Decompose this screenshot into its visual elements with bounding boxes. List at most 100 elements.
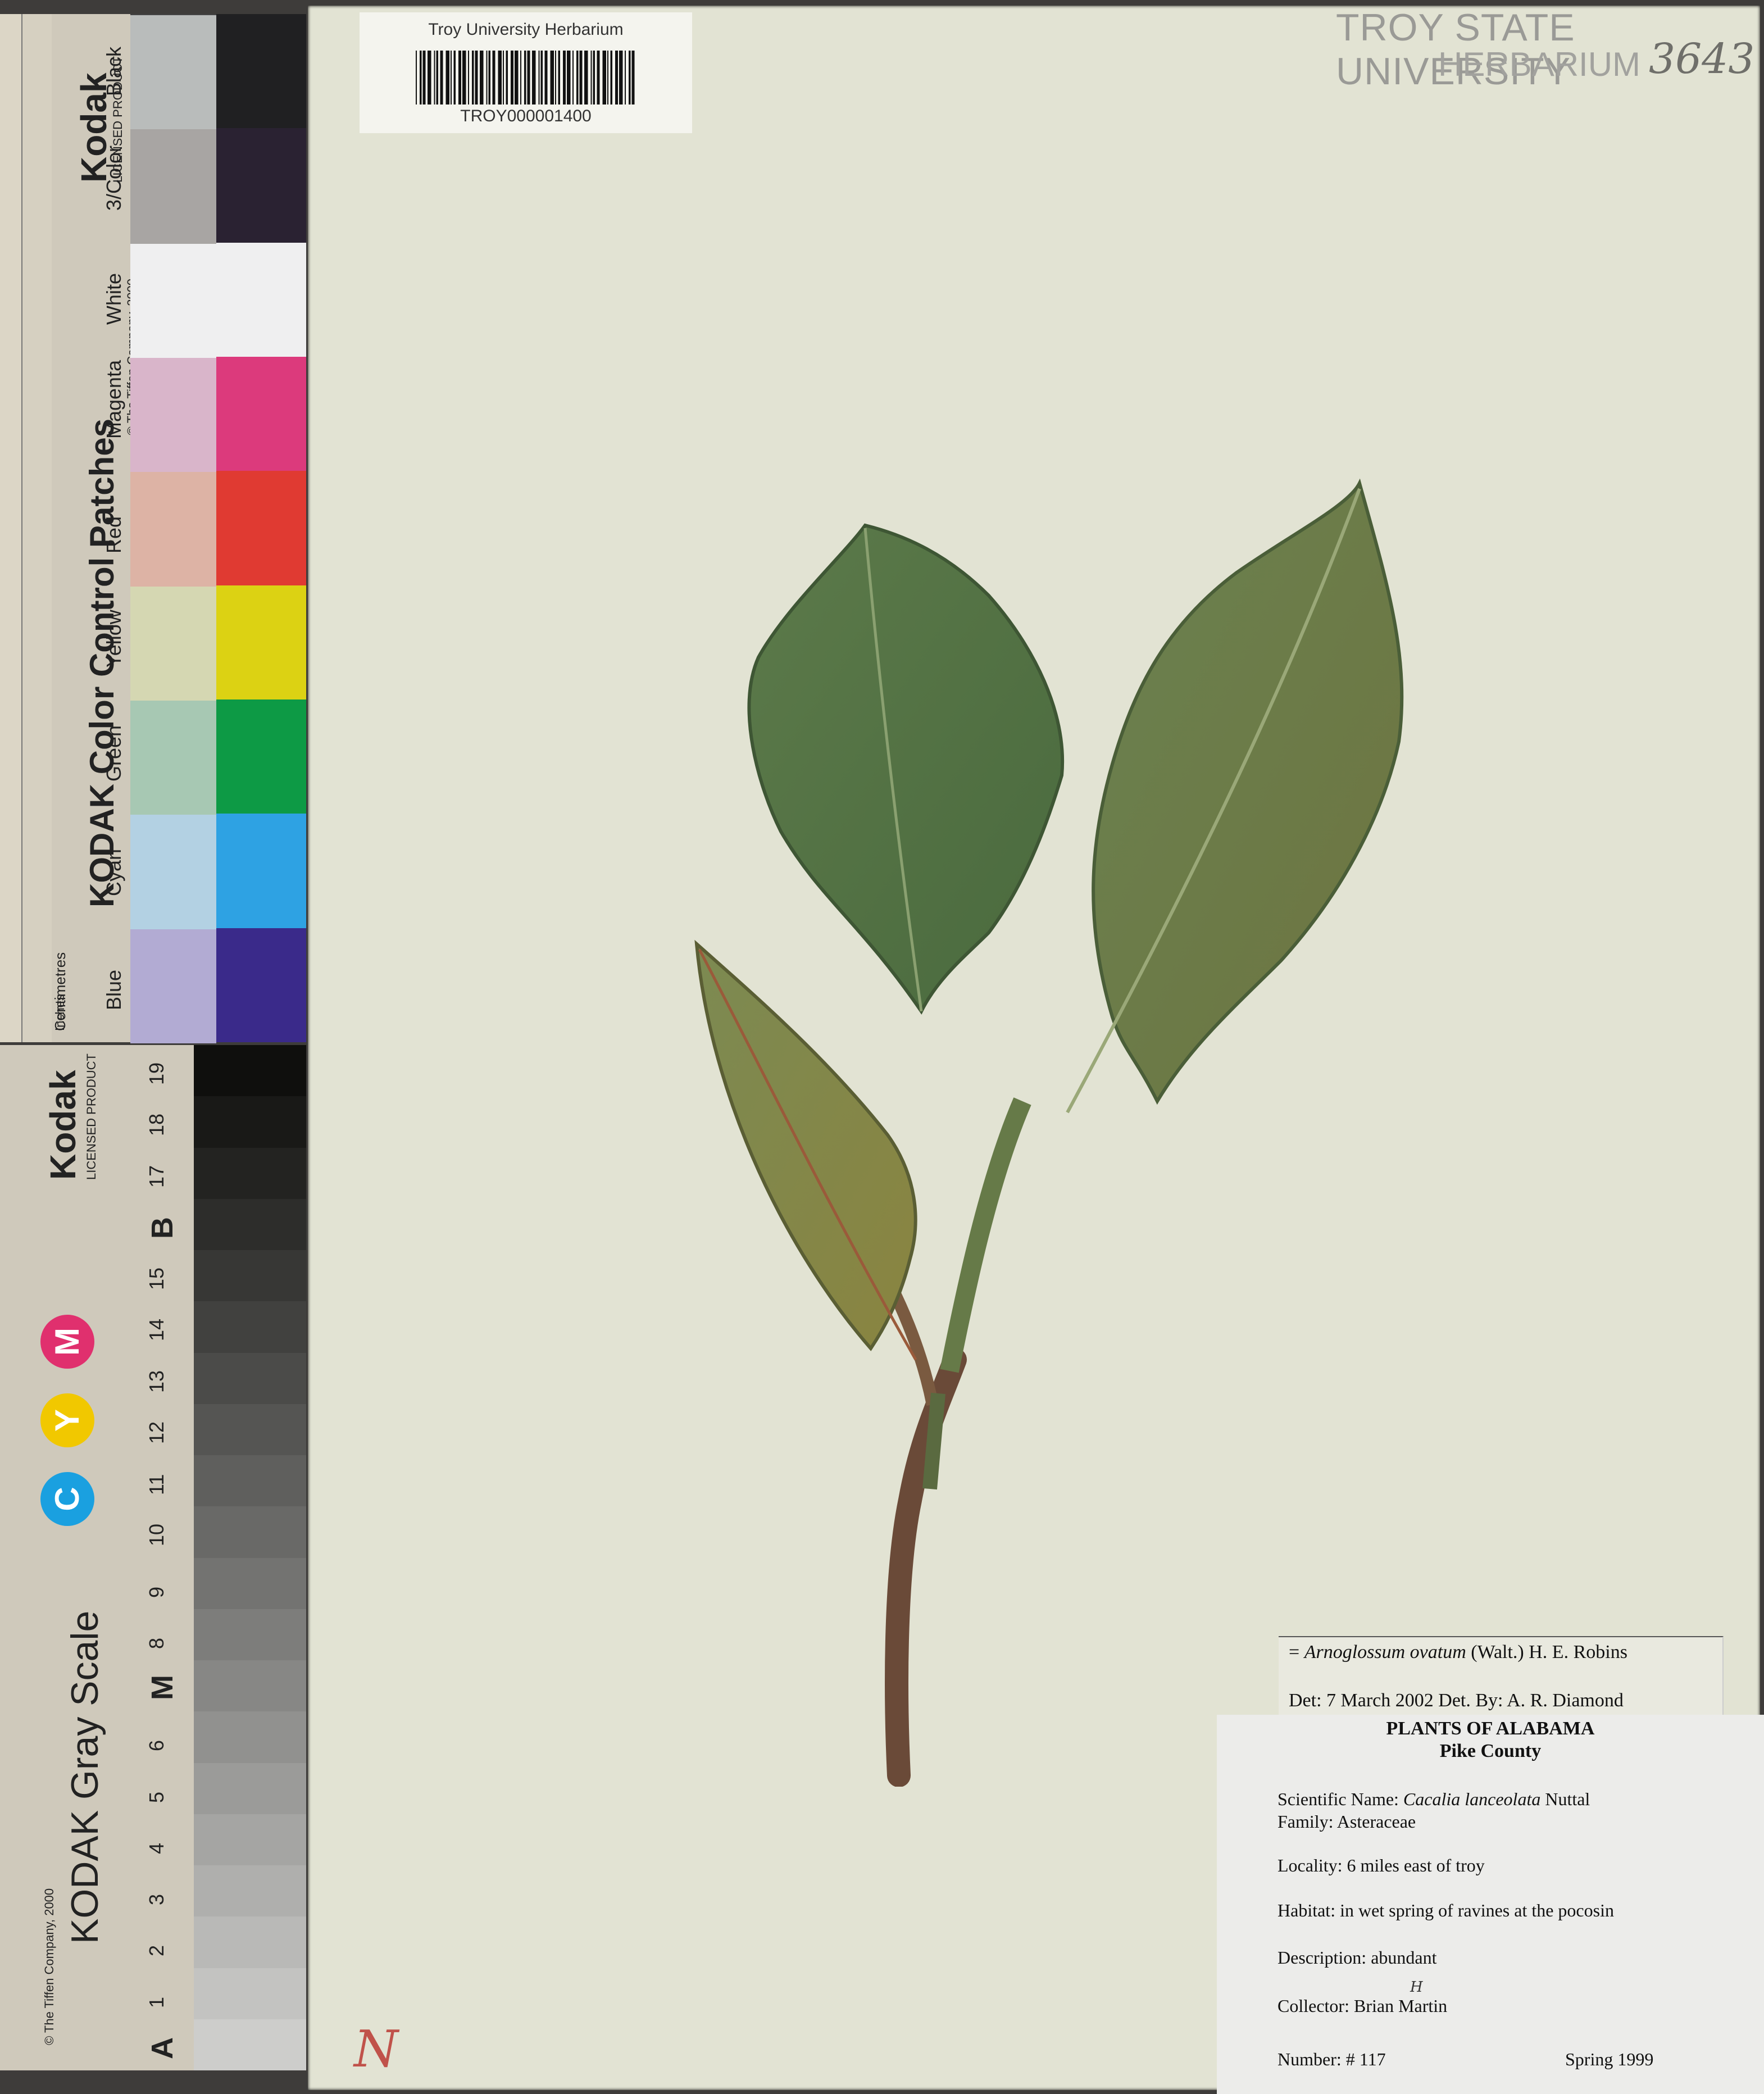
- cym-dot: C: [40, 1472, 94, 1526]
- barcode-bar: [453, 51, 456, 105]
- barcode-bar: [480, 51, 484, 105]
- collector-handwritten-mark: H: [1410, 1979, 1423, 1996]
- gray-card-licensed: LICENSED PRODUCT: [84, 1053, 98, 1180]
- barcode-bar: [520, 51, 521, 105]
- barcode-title: Troy University Herbarium: [428, 20, 624, 39]
- gray-step-number: 17: [145, 1165, 168, 1188]
- gray-step-number: 10: [145, 1524, 168, 1547]
- color-patch-label: Yellow: [102, 610, 125, 668]
- color-patch-dark: [216, 242, 306, 357]
- color-patch-light: [130, 585, 216, 701]
- gray-step: [194, 1455, 306, 1507]
- sci-author: Nuttal: [1540, 1789, 1590, 1809]
- barcode-bar: [440, 51, 443, 105]
- gray-step-number: 1: [145, 1996, 168, 2008]
- barcode-bar: [445, 51, 449, 105]
- barcode-bar: [451, 51, 452, 105]
- gray-step-number: 3: [145, 1894, 168, 1906]
- barcode-bar: [550, 51, 554, 105]
- barcode-bar: [579, 51, 583, 105]
- color-patch-dark: [216, 471, 306, 585]
- leaf-large-right: [1092, 478, 1404, 1105]
- gray-step-number: 11: [145, 1474, 168, 1496]
- stem: [885, 1348, 967, 1787]
- inch-ruler: [0, 14, 21, 1042]
- color-patch-light: [130, 14, 216, 130]
- gray-card-title: KODAK Gray Scale: [63, 1610, 106, 1944]
- plant-specimen: [694, 478, 1404, 1787]
- barcode-bar: [532, 51, 536, 105]
- color-patch-dark: [216, 357, 306, 471]
- color-patch-dark: [216, 814, 306, 928]
- gray-step: [194, 1865, 306, 1917]
- barcode-bar: [422, 51, 426, 105]
- color-patch-light: [130, 699, 216, 815]
- color-patch-label: Red: [102, 516, 125, 553]
- barcode-bar: [511, 51, 513, 105]
- gray-step: [194, 1352, 306, 1404]
- barcode-bar: [436, 51, 438, 105]
- gray-scale-steps: [194, 1045, 306, 2070]
- label-number: Number: # 117: [1277, 2049, 1386, 2069]
- gray-step: [194, 1147, 306, 1199]
- barcode-bar: [434, 51, 435, 105]
- color-patch-label: Magenta: [102, 360, 125, 439]
- gray-step: [194, 1045, 306, 1097]
- barcode-bar: [597, 51, 600, 105]
- gray-step-number: M: [146, 1675, 179, 1701]
- side-shoot: [922, 1392, 945, 1490]
- gray-step-number: B: [146, 1216, 179, 1239]
- barcode-bar: [515, 51, 519, 105]
- barcode-bar: [428, 51, 431, 105]
- barcode-bar: [538, 51, 540, 105]
- gray-step: [194, 1916, 306, 1968]
- centimetre-ruler: [21, 14, 53, 1042]
- barcode-bar: [610, 51, 612, 105]
- color-patch-light: [130, 357, 216, 473]
- label-county: Pike County: [1439, 1741, 1542, 1761]
- color-patch-label: 3/Color: [102, 145, 125, 211]
- det-scientific-name: Arnoglossum ovatum: [1304, 1642, 1466, 1663]
- color-patch-dark: [216, 699, 306, 814]
- color-patch-label: Black: [102, 47, 125, 97]
- gray-step-number: 4: [145, 1842, 168, 1854]
- gray-step: [194, 1096, 306, 1148]
- gray-step: [194, 1711, 306, 1763]
- barcode-bar: [472, 51, 474, 105]
- gray-step-number: 12: [145, 1421, 168, 1444]
- det-name-line: = Arnoglossum ovatum (Walt.) H. E. Robin…: [1289, 1642, 1627, 1663]
- barcode-bar: [540, 51, 543, 105]
- sci-prefix: Scientific Name:: [1277, 1789, 1403, 1809]
- gray-step-number: 5: [145, 1791, 168, 1803]
- barcode-bar: [572, 51, 574, 105]
- color-patch-light: [130, 928, 216, 1043]
- gray-step: [194, 1763, 306, 1814]
- gray-step: [194, 2019, 306, 2070]
- barcode-bar: [631, 51, 635, 105]
- label-locality: Locality: 6 miles east of troy: [1277, 1855, 1485, 1875]
- barcode-icon: [416, 51, 635, 105]
- cym-dot: M: [40, 1315, 94, 1369]
- label-description: Description: abundant: [1277, 1947, 1437, 1968]
- gray-step-number: 13: [145, 1370, 168, 1393]
- gray-scale-step-numbers: A 1 2 3 4 5 6 M 8 9 10 11 12 13 14 15 B 17 18 19: [129, 1045, 194, 2070]
- gray-step: [194, 1403, 306, 1455]
- barcode-bar: [416, 51, 417, 105]
- barcode-bar: [629, 51, 631, 105]
- label-collector: Collector: Brian Martin: [1277, 1996, 1448, 2016]
- label-season: Spring 1999: [1565, 2049, 1654, 2069]
- gray-step-number: A: [146, 2037, 179, 2059]
- gray-step: [194, 1198, 306, 1250]
- barcode-bar: [458, 51, 461, 105]
- gray-step: [194, 1557, 306, 1609]
- handwritten-mark: N: [354, 2020, 398, 2079]
- barcode-bar: [420, 51, 422, 105]
- barcode-label: Troy University Herbarium TROY000001400: [360, 12, 692, 133]
- color-patch-dark: [216, 585, 306, 699]
- label-family: Family: Asteraceae: [1277, 1811, 1416, 1832]
- barcode-bar: [544, 51, 548, 105]
- barcode-bar: [555, 51, 556, 105]
- color-patch-dark: [216, 928, 306, 1042]
- color-patch-light: [130, 242, 216, 358]
- gray-step: [194, 1506, 306, 1558]
